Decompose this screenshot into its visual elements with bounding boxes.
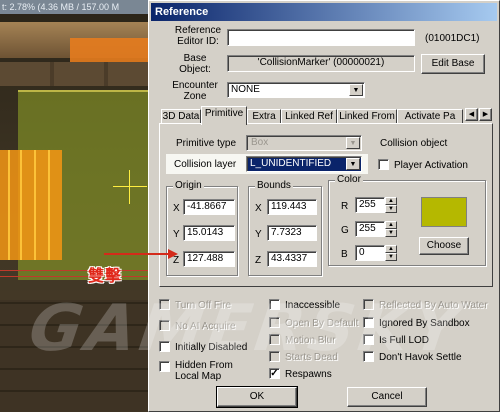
encounter-zone-label: Encounter Zone <box>172 80 218 102</box>
viewport-floor <box>0 300 150 412</box>
color-g-spinner[interactable]: ▲ ▼ <box>385 221 397 237</box>
origin-y-input[interactable]: 15.0143 <box>183 225 235 241</box>
turn-off-fire-label: Turn Off Fire <box>175 300 232 311</box>
color-group: Color R 255 ▲ ▼ G 255 ▲ ▼ B 0 ▲ ▼ Choose <box>328 174 486 266</box>
tab-primitive[interactable]: Primitive <box>201 106 247 125</box>
bounds-group: Bounds X 119.443 Y 7.7323 Z 43.4337 <box>248 180 322 276</box>
bounds-y-input[interactable]: 7.7323 <box>267 225 317 241</box>
tab-3d-data[interactable]: 3D Data <box>161 109 201 124</box>
tab-scroll-left-icon[interactable]: ◀ <box>465 108 478 121</box>
hidden-from-local-map-label: Hidden From Local Map <box>175 360 233 382</box>
origin-z-input[interactable]: 127.488 <box>183 251 235 267</box>
base-object-value: 'CollisionMarker' (00000021) <box>227 55 415 72</box>
color-b-spinner[interactable]: ▲ ▼ <box>385 245 397 261</box>
chevron-down-icon[interactable]: ▼ <box>349 84 363 96</box>
origin-group: Origin X -41.8667 Y 15.0143 Z 127.488 <box>166 180 238 276</box>
origin-title: Origin <box>173 180 204 191</box>
inaccessible-label: Inaccessible <box>285 300 341 311</box>
arrow-right-icon <box>168 249 178 259</box>
choose-color-button[interactable]: Choose <box>419 237 469 255</box>
bounds-z-input[interactable]: 43.4337 <box>267 251 317 267</box>
crosshair <box>113 186 147 187</box>
collision-layer-label: Collision layer <box>174 159 237 170</box>
reference-editor-id-input[interactable] <box>227 29 415 46</box>
bounds-x-input[interactable]: 119.443 <box>267 199 317 215</box>
no-ai-acquire-label: No AI Acquire <box>175 321 236 332</box>
dont-havok-settle-label: Don't Havok Settle <box>379 352 462 363</box>
dialog-title: Reference <box>151 3 497 21</box>
primitive-type-select: Box ▼ <box>246 135 362 151</box>
starts-dead-checkbox <box>269 351 280 362</box>
collision-layer-row: Collision layer L_UNIDENTIFIED ▼ <box>166 154 368 174</box>
is-full-lod-label: Is Full LOD <box>379 335 430 346</box>
open-by-default-label: Open By Default <box>285 318 359 329</box>
is-full-lod-checkbox[interactable] <box>363 334 374 345</box>
reflected-by-auto-water-label: Reflected By Auto Water <box>379 300 488 311</box>
color-r-spinner[interactable]: ▲ ▼ <box>385 197 397 213</box>
respawns-checkbox[interactable]: ✓ <box>269 368 280 379</box>
dont-havok-settle-checkbox[interactable] <box>363 351 374 362</box>
render-viewport[interactable]: t: 2.78% (4.36 MB / 157.00 M <box>0 0 150 412</box>
reference-editor-id-label: Reference Editor ID: <box>174 25 222 47</box>
bounds-title: Bounds <box>255 180 293 191</box>
reflected-by-auto-water-checkbox <box>363 299 374 310</box>
chevron-down-icon: ▼ <box>346 137 360 149</box>
base-object-label: Base Object: <box>179 53 211 75</box>
motion-blur-checkbox <box>269 334 280 345</box>
turn-off-fire-checkbox <box>159 299 170 310</box>
color-b-input[interactable]: 0 <box>355 245 385 261</box>
annotation-arrow <box>104 253 170 255</box>
collision-object-label: Collision object <box>380 138 448 149</box>
tab-scroll-right-icon[interactable]: ▶ <box>479 108 492 121</box>
open-by-default-checkbox <box>269 317 280 328</box>
tab-extra[interactable]: Extra <box>247 109 281 124</box>
ignored-by-sandbox-checkbox[interactable] <box>363 317 374 328</box>
tab-linked-from[interactable]: Linked From <box>337 109 397 124</box>
initially-disabled-checkbox[interactable] <box>159 341 170 352</box>
player-activation-label: Player Activation <box>394 160 468 171</box>
color-title: Color <box>335 174 363 185</box>
primitive-tab-panel: Primitive type Box ▼ Collision object Co… <box>159 123 493 287</box>
origin-x-input[interactable]: -41.8667 <box>183 199 235 215</box>
reference-dialog: Reference Reference Editor ID: (01001DC1… <box>148 0 500 412</box>
tab-activate-parents[interactable]: Activate Pa <box>397 109 463 124</box>
hidden-from-local-map-checkbox[interactable] <box>159 361 170 372</box>
initially-disabled-label: Initially Disabled <box>175 342 248 353</box>
color-r-input[interactable]: 255 <box>355 197 385 213</box>
form-id: (01001DC1) <box>425 33 480 44</box>
viewport-status: t: 2.78% (4.36 MB / 157.00 M <box>0 0 150 14</box>
cancel-button[interactable]: Cancel <box>347 387 427 407</box>
tab-linked-ref[interactable]: Linked Ref <box>281 109 337 124</box>
collision-layer-select[interactable]: L_UNIDENTIFIED ▼ <box>246 156 362 172</box>
ignored-by-sandbox-label: Ignored By Sandbox <box>379 318 470 329</box>
respawns-label: Respawns <box>285 369 332 380</box>
inaccessible-checkbox[interactable] <box>269 299 280 310</box>
annotation-text: 雙擊 <box>88 266 123 285</box>
color-g-input[interactable]: 255 <box>355 221 385 237</box>
encounter-zone-select[interactable]: NONE ▼ <box>227 82 365 98</box>
no-ai-acquire-checkbox <box>159 320 170 331</box>
viewport-orange-volume <box>0 150 62 260</box>
chevron-down-icon[interactable]: ▼ <box>346 158 360 170</box>
tab-strip: 3D Data Primitive Extra Linked Ref Linke… <box>159 106 493 125</box>
color-swatch[interactable] <box>421 197 467 227</box>
player-activation-checkbox[interactable] <box>378 159 389 170</box>
edit-base-button[interactable]: Edit Base <box>421 54 485 74</box>
motion-blur-label: Motion Blur <box>285 335 336 346</box>
ok-button[interactable]: OK <box>216 386 298 408</box>
starts-dead-label: Starts Dead <box>285 352 338 363</box>
primitive-type-label: Primitive type <box>176 138 237 149</box>
